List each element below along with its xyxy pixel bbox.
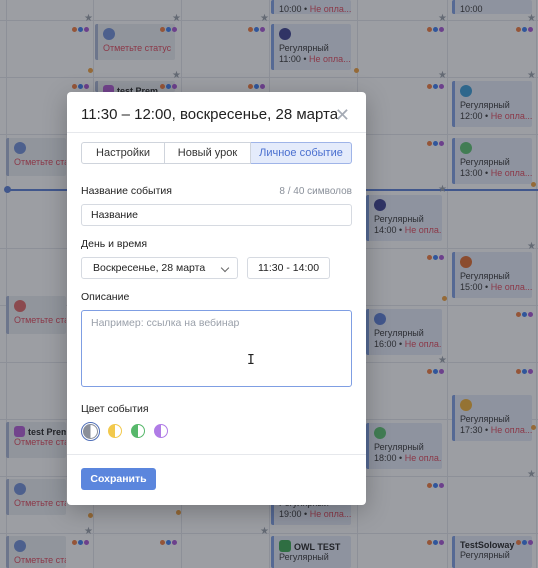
color-swatch-gray[interactable] (81, 422, 100, 441)
description-label: Описание (81, 291, 130, 303)
divider (67, 132, 366, 133)
description-textarea[interactable]: Например: ссылка на вебинар (81, 310, 352, 387)
divider (67, 454, 366, 455)
color-label: Цвет события (81, 403, 149, 415)
close-icon[interactable]: ✕ (335, 105, 350, 125)
dialog-title: 11:30 – 12:00, воскресенье, 28 марта (81, 106, 339, 123)
chevron-down-icon (220, 263, 230, 273)
date-select[interactable]: Воскресенье, 28 марта (81, 257, 238, 279)
color-swatch-yellow[interactable] (108, 424, 122, 438)
tab-new-lesson[interactable]: Новый урок (165, 142, 251, 164)
text-cursor-icon: I (247, 353, 255, 368)
event-name-label: Название события (81, 185, 172, 197)
color-swatch-purple[interactable] (154, 424, 168, 438)
event-name-input[interactable]: Название (81, 204, 352, 226)
datetime-label: День и время (81, 238, 148, 250)
date-value: Воскресенье, 28 марта (93, 262, 206, 274)
half-circle-icon (83, 424, 98, 439)
dialog-header: 11:30 – 12:00, воскресенье, 28 марта ✕ (81, 105, 356, 125)
save-button[interactable]: Сохранить (81, 468, 156, 490)
color-swatch-green[interactable] (131, 424, 145, 438)
dialog-tabs: Настройки Новый урок Личное событие (81, 142, 352, 164)
time-range-field[interactable]: 11:30 - 14:00 (247, 257, 330, 279)
tab-settings[interactable]: Настройки (81, 142, 165, 164)
tab-personal-event[interactable]: Личное событие (251, 142, 352, 164)
event-dialog: 11:30 – 12:00, воскресенье, 28 марта ✕ Н… (67, 92, 366, 505)
char-counter: 8 / 40 символов (279, 186, 352, 197)
